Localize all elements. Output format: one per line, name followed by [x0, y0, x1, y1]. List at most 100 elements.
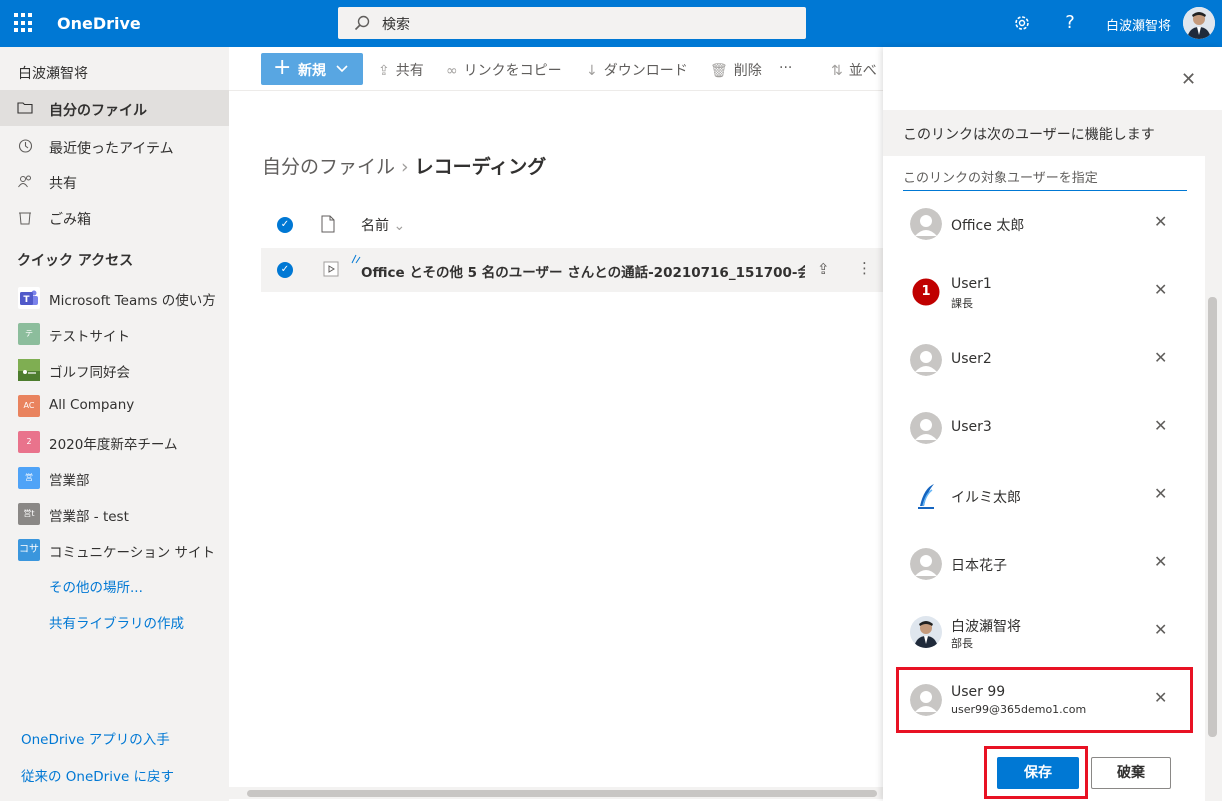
remove-person-icon[interactable]: ✕ [1154, 348, 1167, 367]
person-item: User3 ✕ [897, 394, 1191, 462]
remove-person-icon[interactable]: ✕ [1154, 484, 1167, 503]
save-highlight-box [984, 746, 1088, 799]
nav-label: ごみ箱 [49, 212, 91, 228]
person-name: User2 [951, 351, 992, 367]
site-item[interactable]: コサ コミュニケーション サイト [0, 531, 229, 567]
target-users-input[interactable]: このリンクの対象ユーザーを指定 [903, 157, 1187, 191]
new-button[interactable]: + 新規 [261, 53, 363, 85]
site-label: Microsoft Teams の使い方 [49, 293, 216, 309]
site-label: All Company [49, 397, 135, 413]
site-label: ゴルフ同好会 [49, 365, 130, 381]
help-icon[interactable]: ? [1058, 11, 1082, 35]
panel-scrollbar-thumb[interactable] [1208, 297, 1217, 737]
more-actions-button[interactable]: ··· [779, 60, 792, 76]
close-icon[interactable]: ✕ [1181, 69, 1196, 90]
site-logo: 営t [18, 503, 40, 525]
copy-link-button[interactable]: ∞ リンクをコピー [446, 60, 562, 80]
remove-person-icon[interactable]: ✕ [1154, 416, 1167, 435]
classic-onedrive-link[interactable]: 従来の OneDrive に戻す [21, 765, 174, 785]
owner-name: 白波瀬智将 [18, 66, 88, 82]
nav-my-files[interactable]: 自分のファイル [0, 90, 229, 126]
get-app-link[interactable]: OneDrive アプリの入手 [21, 728, 170, 748]
breadcrumb-separator-icon: › [401, 156, 409, 178]
site-logo: AC [18, 395, 40, 417]
site-item[interactable]: 営t 営業部 - test [0, 495, 229, 531]
create-library-link[interactable]: 共有ライブラリの作成 [49, 612, 184, 632]
person-name: イルミ太郎 [951, 490, 1021, 506]
person-name: Office 太郎 [951, 218, 1025, 234]
remove-person-icon[interactable]: ✕ [1154, 552, 1167, 571]
select-all-checkbox[interactable]: ✓ [277, 217, 293, 233]
person-name: User1 [951, 276, 992, 292]
badge-text: 1 [921, 284, 931, 299]
site-item[interactable]: 営 営業部 [0, 459, 229, 495]
share-icon: ⇪ [378, 63, 390, 79]
horizontal-scrollbar[interactable] [229, 787, 883, 799]
app-launcher-icon[interactable] [14, 13, 34, 33]
more-places-link[interactable]: その他の場所... [49, 576, 143, 596]
person-item: 日本花子 ✕ [897, 530, 1191, 598]
site-logo: コサ [18, 539, 40, 561]
person-item: Office 太郎 ✕ [897, 190, 1191, 258]
nav-recent[interactable]: 最近使ったアイテム [0, 128, 229, 164]
person-item: 白波瀬智将 部長 ✕ [897, 598, 1191, 666]
quick-access-title: クイック アクセス [17, 253, 134, 269]
site-label: 営業部 - test [49, 509, 129, 525]
search-icon [354, 15, 370, 31]
person-item: User2 ✕ [897, 326, 1191, 394]
panel-heading: このリンクは次のユーザーに機能します [903, 127, 1155, 143]
user-name[interactable]: 白波瀬智将 [1106, 15, 1171, 34]
user-avatar[interactable] [1183, 7, 1215, 39]
svg-text:T: T [23, 295, 30, 305]
highlight-box [896, 667, 1193, 733]
file-row[interactable]: ✓ Office とその他 5 名のユーザー さんとの通話-20210716_1… [261, 248, 883, 292]
plus-icon: + [273, 55, 292, 80]
person-item: イルミ太郎 ✕ [897, 462, 1191, 530]
file-name[interactable]: Office とその他 5 名のユーザー さんとの通話-20210716_151… [361, 261, 805, 281]
download-icon: ↓ [586, 63, 598, 79]
app-title[interactable]: OneDrive [57, 14, 141, 33]
copy-link-label: リンクをコピー [463, 63, 562, 79]
site-item[interactable]: テ テストサイト [0, 315, 229, 351]
share-icon[interactable]: ⇪ [817, 260, 830, 278]
breadcrumb-root[interactable]: 自分のファイル [262, 156, 395, 178]
default-avatar-icon [910, 412, 942, 444]
trash-icon: 🗑 [710, 63, 728, 79]
share-button[interactable]: ⇪ 共有 [378, 60, 424, 80]
nav-shared[interactable]: 共有 [0, 163, 229, 199]
history-icon [18, 139, 33, 153]
settings-gear-icon[interactable] [1010, 11, 1034, 35]
person-name: User3 [951, 419, 992, 435]
site-label: 営業部 [49, 473, 90, 489]
remove-person-icon[interactable]: ✕ [1154, 620, 1167, 639]
person-name: 日本花子 [951, 558, 1007, 574]
more-vertical-icon[interactable]: ⋮ [857, 259, 872, 277]
person-subtitle: 部長 [951, 637, 973, 650]
sort-button[interactable]: ⇅ 並べ [831, 60, 877, 80]
new-label: 新規 [298, 63, 326, 79]
download-button[interactable]: ↓ ダウンロード [586, 60, 688, 80]
site-label: コミュニケーション サイト [49, 545, 216, 561]
default-avatar-icon [910, 208, 942, 240]
share-label: 共有 [395, 63, 424, 79]
site-item[interactable]: T Microsoft Teams の使い方 [0, 279, 229, 315]
download-label: ダウンロード [603, 63, 688, 79]
site-item[interactable]: ゴルフ同好会 [0, 351, 229, 387]
search-box[interactable]: 検索 [338, 7, 806, 39]
column-name-header[interactable]: 名前 ⌄ [361, 215, 405, 235]
scrollbar-thumb[interactable] [247, 790, 877, 797]
chevron-down-icon: ⌄ [393, 218, 406, 234]
nav-recycle-bin[interactable]: ごみ箱 [0, 199, 229, 235]
remove-person-icon[interactable]: ✕ [1154, 212, 1167, 231]
site-item[interactable]: 2 2020年度新卒チーム [0, 423, 229, 459]
person-subtitle: 課長 [951, 297, 973, 310]
discard-button[interactable]: 破棄 [1091, 757, 1171, 789]
logo-avatar-icon [910, 480, 942, 512]
site-item[interactable]: AC All Company [0, 387, 229, 423]
remove-person-icon[interactable]: ✕ [1154, 280, 1167, 299]
teams-icon: T [18, 287, 40, 309]
photo-avatar [910, 616, 942, 648]
person-item: 1 User1 課長 ✕ [897, 258, 1191, 326]
row-checkbox[interactable]: ✓ [277, 262, 293, 278]
delete-button[interactable]: 🗑 削除 [710, 60, 762, 80]
